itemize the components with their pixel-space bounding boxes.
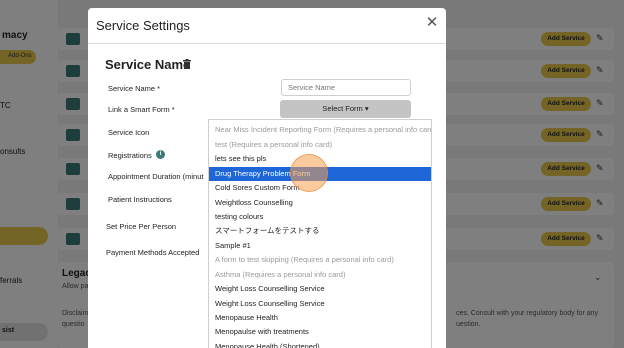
- dropdown-option[interactable]: test (Requires a personal info card): [209, 138, 431, 152]
- dropdown-option[interactable]: testing colours: [209, 210, 431, 224]
- dropdown-option[interactable]: Weight Loss Counselling Service: [209, 297, 431, 311]
- dropdown-option[interactable]: スマートフォームをテストする: [209, 224, 431, 238]
- modal-title: Service Settings: [96, 18, 190, 33]
- dropdown-option[interactable]: Weightloss Counselling: [209, 196, 431, 210]
- dropdown-option[interactable]: Asthma (Requires a personal info card): [209, 268, 431, 282]
- trash-icon[interactable]: [183, 59, 191, 69]
- dropdown-option[interactable]: Weight Loss Counselling Service: [209, 282, 431, 296]
- dropdown-option[interactable]: Menopaulse with treatments: [209, 325, 431, 339]
- dropdown-option[interactable]: Sample #1: [209, 239, 431, 253]
- set-price-label: Set Price Per Person: [106, 222, 177, 231]
- click-indicator: [290, 154, 328, 192]
- close-icon[interactable]: ✕: [425, 15, 439, 30]
- payment-methods-label: Payment Methods Accepted: [106, 248, 200, 257]
- service-name-input[interactable]: [281, 79, 411, 96]
- service-name-heading: Service Name: [105, 57, 191, 72]
- patient-instructions-label: Patient Instructions: [108, 195, 172, 204]
- service-name-label: Service Name *: [108, 84, 161, 93]
- info-icon[interactable]: i: [156, 150, 165, 159]
- dropdown-option[interactable]: Near Miss Incident Reporting Form (Requi…: [209, 123, 431, 137]
- select-form-button[interactable]: Select Form ▾: [280, 100, 411, 118]
- smart-form-dropdown: Near Miss Incident Reporting Form (Requi…: [208, 119, 432, 348]
- dropdown-option[interactable]: Menopause Health: [209, 311, 431, 325]
- smart-form-label: Link a Smart Form *: [108, 105, 175, 114]
- appointment-duration-label: Appointment Duration (minut: [108, 172, 204, 181]
- registrations-label: Registrations: [108, 151, 152, 160]
- modal-header: Service Settings ✕: [88, 8, 446, 44]
- dropdown-option[interactable]: A form to test skipping (Requires a pers…: [209, 253, 431, 267]
- dropdown-option[interactable]: Menopause Health (Shortened): [209, 340, 431, 348]
- service-icon-label: Service Icon: [108, 128, 150, 137]
